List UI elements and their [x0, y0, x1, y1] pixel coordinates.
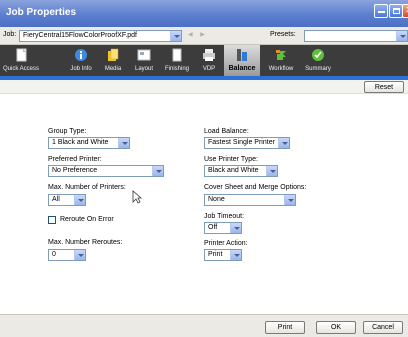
job-timeout-label: Job Timeout: [204, 213, 245, 220]
max-reroutes-select[interactable]: 0 [48, 249, 86, 261]
minimize-icon [378, 11, 385, 13]
chevron-down-icon[interactable] [152, 166, 163, 176]
max-printers-label: Max. Number of Printers: [48, 184, 126, 191]
chevron-down-icon[interactable] [266, 166, 277, 176]
chevron-down-icon[interactable] [74, 250, 85, 260]
balance-settings-pane: Group Type: 1 Black and White Preferred … [14, 94, 394, 314]
max-reroutes-label: Max. Number Reroutes: [48, 239, 123, 246]
tab-label: Summary [305, 66, 331, 72]
preferred-printer-value: No Preference [52, 167, 98, 174]
dialog-button-bar: Print OK Cancel [0, 314, 408, 337]
printer-action-label: Printer Action: [204, 240, 248, 247]
printer-action-value: Print [208, 251, 223, 258]
tab-job-info[interactable]: Job Info [64, 45, 98, 76]
tab-workflow[interactable]: Workflow [262, 45, 300, 76]
job-label: Job: [3, 31, 17, 38]
ok-button[interactable]: OK [316, 321, 356, 334]
print-button[interactable]: Print [265, 321, 305, 334]
job-select[interactable]: FieryCentral15FlowColorProofXF.pdf [19, 30, 182, 42]
mouse-cursor-icon [132, 190, 142, 204]
job-timeout-select[interactable]: Off [204, 222, 242, 234]
reset-row: Reset [0, 80, 408, 94]
tab-summary[interactable]: Summary [300, 45, 336, 76]
chevron-down-icon[interactable] [278, 138, 289, 148]
load-balance-label: Load Balance: [204, 128, 249, 135]
job-properties-toolbar: Quick Access Job Info Media Layout Finis… [0, 45, 408, 76]
tab-balance[interactable]: Balance [224, 45, 260, 76]
reroute-on-error-checkbox[interactable] [48, 216, 56, 224]
max-reroutes-value: 0 [52, 251, 56, 258]
tab-quick-access[interactable]: Quick Access [0, 45, 42, 76]
reset-button[interactable]: Reset [364, 81, 404, 93]
chevron-down-icon[interactable] [230, 223, 241, 233]
tab-vdp[interactable]: VDP [196, 45, 222, 76]
tab-label: Finishing [164, 66, 189, 72]
job-properties-window: Job Properties ✕ Job: FieryCentral15Flow… [0, 0, 408, 337]
close-button[interactable]: ✕ [402, 4, 408, 18]
printer-icon [203, 49, 215, 61]
tab-label: VDP [202, 66, 216, 72]
chevron-down-icon[interactable] [118, 138, 129, 148]
tab-finishing[interactable]: Finishing [160, 45, 194, 76]
media-icon [108, 48, 119, 61]
maximize-button[interactable] [389, 4, 403, 18]
tab-label: Quick Access [2, 66, 39, 72]
tab-label: Job Info [70, 66, 92, 72]
window-title: Job Properties [6, 7, 77, 18]
chevron-down-icon[interactable] [74, 195, 85, 205]
cover-sheet-select[interactable]: None [204, 194, 296, 206]
tab-label: Workflow [268, 66, 294, 72]
presets-label: Presets: [270, 31, 296, 38]
job-timeout-value: Off [208, 224, 218, 231]
tab-label: Layout [134, 66, 153, 72]
max-printers-select[interactable]: All [48, 194, 86, 206]
balance-icon [237, 49, 247, 61]
use-printer-type-select[interactable]: Black and White [204, 165, 278, 177]
title-bar: Job Properties ✕ [0, 0, 408, 27]
load-balance-value: Fastest Single Printer [208, 139, 275, 146]
summary-check-icon [312, 49, 324, 61]
layout-icon [137, 49, 151, 61]
cover-sheet-value: None [208, 196, 225, 203]
maximize-icon [393, 8, 400, 14]
load-balance-select[interactable]: Fastest Single Printer [204, 137, 290, 149]
chevron-down-icon[interactable] [230, 250, 241, 260]
group-type-value: 1 Black and White [52, 139, 109, 146]
reroute-on-error-label: Reroute On Error [60, 216, 114, 223]
workflow-icon [276, 50, 286, 60]
use-printer-type-value: Black and White [208, 167, 259, 174]
info-icon [75, 49, 87, 61]
job-selector-row: Job: FieryCentral15FlowColorProofXF.pdf … [0, 27, 408, 45]
use-printer-type-label: Use Printer Type: [204, 156, 258, 163]
tab-label: Balance [228, 65, 256, 72]
group-type-label: Group Type: [48, 128, 87, 135]
cancel-button[interactable]: Cancel [363, 321, 403, 334]
finishing-icon [172, 48, 182, 62]
minimize-button[interactable] [374, 4, 388, 18]
printer-action-select[interactable]: Print [204, 249, 242, 261]
quick-access-icon [16, 48, 27, 62]
presets-select[interactable] [304, 30, 408, 42]
chevron-down-icon[interactable] [284, 195, 295, 205]
job-nav-arrows[interactable]: ◀ ▶ [188, 31, 208, 38]
chevron-down-icon[interactable] [396, 31, 407, 41]
tab-label: Media [104, 66, 122, 72]
preferred-printer-select[interactable]: No Preference [48, 165, 164, 177]
tab-media[interactable]: Media [100, 45, 126, 76]
cover-sheet-label: Cover Sheet and Merge Options: [204, 184, 307, 191]
group-type-select[interactable]: 1 Black and White [48, 137, 130, 149]
chevron-down-icon[interactable] [170, 31, 181, 41]
preferred-printer-label: Preferred Printer: [48, 156, 102, 163]
tab-layout[interactable]: Layout [128, 45, 160, 76]
max-printers-value: All [52, 196, 60, 203]
job-select-value: FieryCentral15FlowColorProofXF.pdf [23, 32, 137, 39]
